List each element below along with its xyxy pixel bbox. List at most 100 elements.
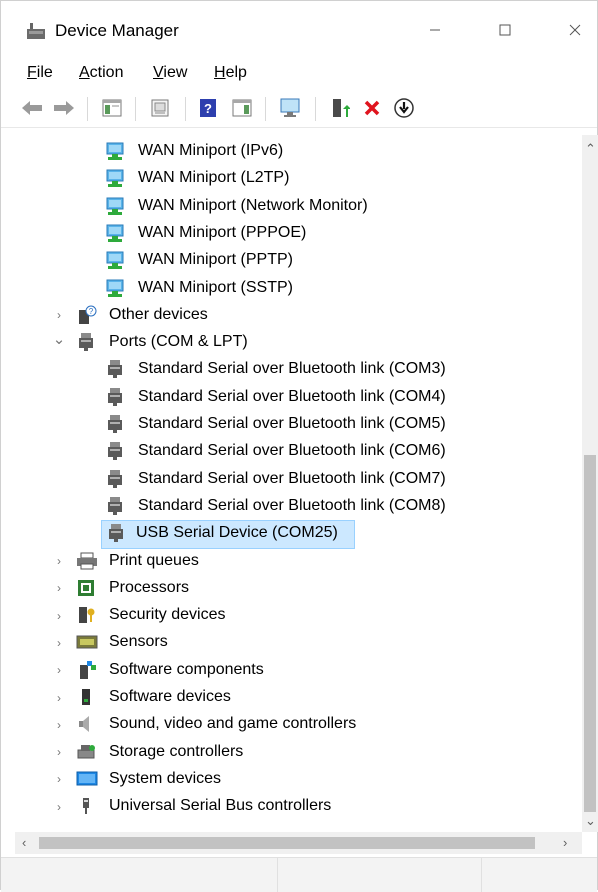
status-bar: [1, 857, 597, 892]
tree-item-label: WAN Miniport (L2TP): [138, 169, 290, 187]
toolbar-separator: [265, 97, 266, 121]
tree-item-label: WAN Miniport (Network Monitor): [138, 196, 368, 214]
tree-item-label: WAN Miniport (IPv6): [138, 142, 284, 159]
tree-item-label: Sensors: [109, 633, 168, 651]
tree-item-label: Processors: [109, 578, 190, 596]
menu-help-accel: H: [214, 64, 226, 81]
device-manager-window: Device Manager File Action View Help ? W…: [0, 0, 598, 892]
tree-item-label: Standard Serial over Bluetooth link (COM…: [138, 360, 446, 378]
sensor-icon: [76, 632, 98, 652]
network-adapter-icon: [105, 223, 125, 243]
forward-arrow-icon[interactable]: [51, 95, 77, 121]
action-pane-icon[interactable]: [229, 95, 255, 121]
tree-item-label: Software devices: [109, 688, 231, 705]
tree-item-label: Software components: [109, 660, 264, 678]
tree-item-label: Storage controllers: [109, 742, 244, 760]
menu-action[interactable]: Action: [79, 64, 123, 82]
horizontal-scrollbar[interactable]: ‹ ›: [15, 832, 582, 854]
maximize-button[interactable]: [485, 15, 525, 45]
help-icon[interactable]: ?: [195, 95, 221, 121]
tree-item-label: Standard Serial over Bluetooth link (COM…: [138, 442, 446, 460]
menu-file-accel: F: [27, 64, 37, 81]
scroll-left-arrow-icon[interactable]: ‹: [22, 835, 26, 850]
close-button[interactable]: [555, 15, 595, 45]
tree-item-selected[interactable]: USB Serial Device (COM25): [101, 520, 355, 550]
chevron-right-icon[interactable]: ›: [53, 630, 65, 655]
port-connector-icon: [105, 414, 125, 434]
toolbar-separator: [135, 97, 136, 121]
menu-help-label: elp: [225, 64, 247, 81]
port-connector-icon: [76, 332, 96, 352]
uninstall-device-icon[interactable]: [359, 95, 385, 121]
device-manager-app-icon: [26, 21, 46, 41]
menu-file[interactable]: File: [27, 64, 53, 82]
tree-item-label: Standard Serial over Bluetooth link (COM…: [138, 387, 446, 405]
chevron-right-icon[interactable]: ›: [53, 712, 65, 737]
show-hide-console-tree-icon[interactable]: [99, 95, 125, 121]
update-driver-icon[interactable]: [327, 95, 353, 121]
menu-bar: File Action View Help: [1, 61, 597, 87]
tree-item-label: Standard Serial over Bluetooth link (COM…: [138, 496, 446, 514]
software-device-icon: [76, 687, 96, 707]
tree-item-label: Standard Serial over Bluetooth link (COM…: [138, 415, 446, 432]
scroll-down-arrow-icon[interactable]: ⌄: [585, 813, 596, 829]
status-cell: [277, 858, 482, 892]
toolbar-separator: [87, 97, 88, 121]
minimize-button[interactable]: [415, 15, 455, 45]
svg-text:?: ?: [89, 307, 94, 316]
port-connector-icon: [105, 496, 125, 516]
port-connector-icon: [106, 523, 126, 543]
port-connector-icon: [105, 387, 125, 407]
chevron-right-icon[interactable]: ›: [53, 549, 65, 574]
back-arrow-icon[interactable]: [19, 95, 45, 121]
menu-view-label: iew: [163, 64, 188, 81]
chevron-right-icon[interactable]: ›: [53, 658, 65, 683]
scroll-up-arrow-icon[interactable]: ⌃: [585, 141, 596, 157]
port-connector-icon: [105, 441, 125, 461]
menu-action-label: ction: [89, 64, 124, 81]
printer-icon: [76, 551, 97, 571]
menu-file-label: ile: [36, 64, 53, 81]
unknown-device-icon: ?: [76, 305, 97, 325]
network-adapter-icon: [105, 250, 125, 270]
network-adapter-icon: [105, 141, 125, 161]
menu-view-accel: V: [153, 64, 164, 81]
network-adapter-icon: [105, 168, 125, 188]
chevron-right-icon[interactable]: ›: [53, 767, 65, 792]
chevron-down-icon[interactable]: ⌄: [53, 326, 66, 351]
properties-icon[interactable]: [147, 95, 173, 121]
device-tree[interactable]: WAN Miniport (IPv6) WAN Miniport (L2TP) WA…: [15, 135, 585, 825]
svg-text:?: ?: [204, 101, 212, 116]
menu-help[interactable]: Help: [214, 64, 247, 82]
tree-item-label: WAN Miniport (PPTP): [138, 251, 293, 269]
menu-view[interactable]: View: [153, 64, 187, 82]
vertical-scroll-thumb[interactable]: [584, 455, 596, 812]
toolbar: ?: [1, 91, 597, 128]
horizontal-scroll-thumb[interactable]: [39, 837, 535, 849]
processor-icon: [76, 578, 96, 598]
download-circle-icon[interactable]: [391, 95, 417, 121]
tree-item-label: Ports (COM & LPT): [109, 333, 248, 351]
chevron-right-icon[interactable]: ›: [53, 794, 65, 819]
chevron-right-icon[interactable]: ›: [53, 303, 65, 328]
title-bar: Device Manager: [1, 1, 597, 55]
tree-item-label: Standard Serial over Bluetooth link (COM…: [138, 469, 446, 487]
tree-item-label: WAN Miniport (SSTP): [138, 278, 293, 296]
menu-action-accel: A: [79, 64, 90, 81]
network-adapter-icon: [105, 278, 125, 298]
tree-item-label: System devices: [109, 769, 222, 787]
security-key-icon: [76, 605, 96, 625]
chevron-right-icon[interactable]: ›: [53, 685, 65, 710]
usb-plug-icon: [76, 796, 96, 816]
speaker-icon: [76, 714, 96, 734]
software-components-icon: [76, 660, 96, 680]
vertical-scrollbar[interactable]: ⌃ ⌄: [582, 135, 598, 832]
scroll-right-arrow-icon[interactable]: ›: [563, 835, 567, 850]
status-cell: [1, 858, 278, 892]
chevron-right-icon[interactable]: ›: [53, 576, 65, 601]
scan-hardware-changes-icon[interactable]: [277, 95, 303, 121]
tree-item-label: Security devices: [109, 606, 226, 624]
chevron-right-icon[interactable]: ›: [53, 603, 65, 628]
tree-item-label: Sound, video and game controllers: [109, 715, 357, 733]
chevron-right-icon[interactable]: ›: [53, 740, 65, 765]
